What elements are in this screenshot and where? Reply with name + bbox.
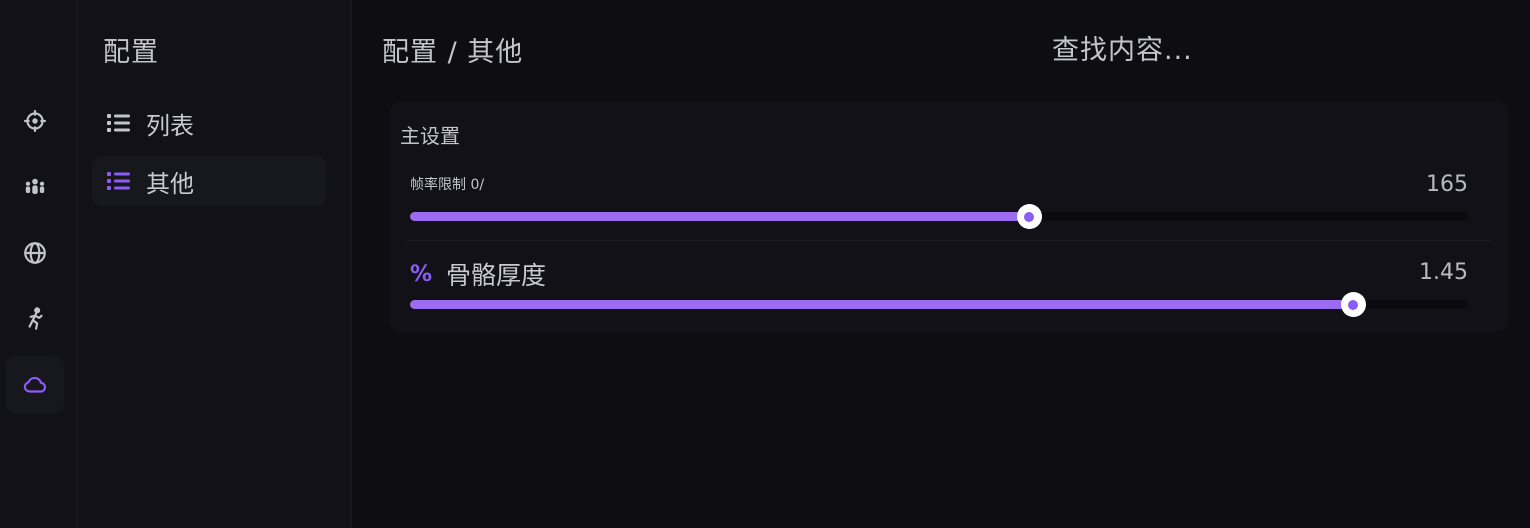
slider-thumb[interactable] — [1340, 292, 1366, 317]
slider-thumb-dot — [1024, 211, 1035, 222]
rail-button-globe[interactable] — [6, 224, 64, 282]
sidebar-item-other[interactable]: 其他 — [92, 156, 326, 206]
rail-button-crosshair[interactable] — [6, 92, 64, 150]
rail-button-running[interactable] — [6, 290, 64, 348]
sidebar-item-label: 其他 — [146, 169, 194, 198]
main-content: 配置 / 其他 主设置 帧率限制 0/ 165 % 骨骼厚度 1.45 — [352, 0, 1530, 528]
list-icon — [107, 172, 130, 190]
sidebar-item-label: 列表 — [146, 111, 194, 140]
slider-thumb[interactable] — [1016, 204, 1042, 229]
slider-thumb-dot — [1348, 299, 1359, 310]
icon-rail — [0, 0, 78, 528]
divider — [406, 240, 1492, 241]
users-icon — [25, 178, 45, 195]
slider-label: 骨骼厚度 — [446, 261, 547, 290]
slider-label-group: % 骨骼厚度 — [410, 256, 546, 292]
sidebar-item-list[interactable]: 列表 — [92, 98, 326, 148]
card-title: 主设置 — [400, 124, 460, 148]
breadcrumb: 配置 / 其他 — [382, 37, 524, 68]
slider-track[interactable] — [410, 204, 1468, 229]
running-person-icon — [28, 307, 43, 330]
slider-value: 1.45 — [1419, 260, 1468, 285]
slider-value: 165 — [1426, 172, 1468, 197]
crosshair-icon — [24, 110, 46, 132]
sidebar: 配置 列表 其他 — [78, 0, 352, 528]
slider-label: 帧率限制 0/ — [410, 177, 485, 193]
slider-track[interactable] — [410, 292, 1468, 317]
percent-icon: % — [410, 261, 433, 287]
list-icon — [107, 114, 130, 132]
settings-card: 主设置 帧率限制 0/ 165 % 骨骼厚度 1.45 — [390, 102, 1508, 332]
slider-fill — [410, 300, 1353, 309]
slider-fill — [410, 212, 1029, 221]
app-window: 配置 列表 其他 配置 / 其他 查找内容... 主设置 帧率限制 0/ 165… — [0, 0, 1530, 528]
cloud-icon — [23, 376, 47, 393]
rail-button-users[interactable] — [6, 158, 64, 216]
sidebar-title: 配置 — [103, 37, 159, 68]
rail-button-cloud[interactable] — [6, 356, 64, 414]
globe-icon — [24, 242, 46, 264]
search-input[interactable] — [1052, 30, 1472, 70]
